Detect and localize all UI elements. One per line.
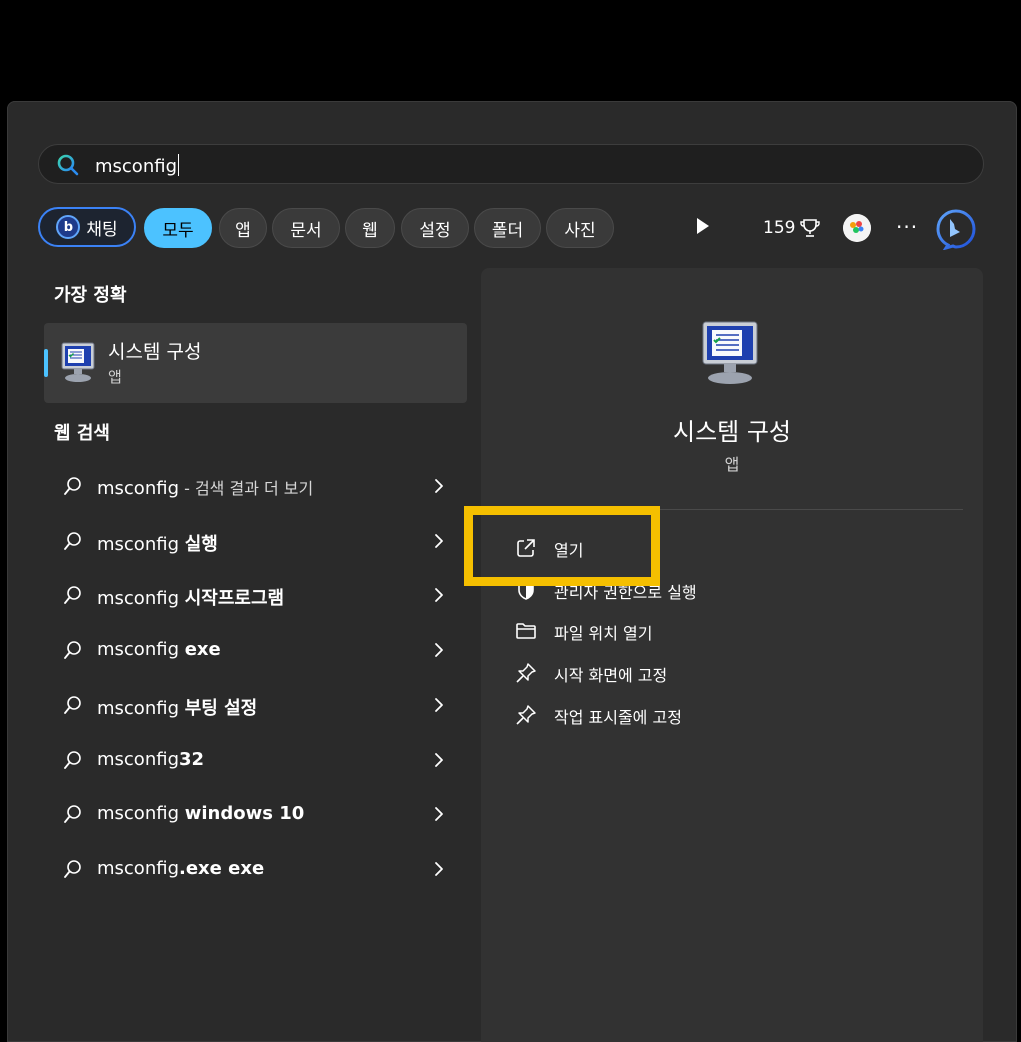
pin-to-taskbar-label: 작업 표시줄에 고정 (554, 708, 682, 727)
chevron-right-icon[interactable] (432, 804, 446, 824)
suggestion-text: msconfig 시작프로그램 (97, 584, 284, 610)
web-search-suggestion[interactable]: msconfig exe (44, 625, 467, 675)
suggestion-query: msconfig (97, 588, 185, 609)
suggestion-bold-text: .exe exe (179, 858, 265, 879)
suggestion-text: msconfig32 (97, 749, 204, 770)
chevron-right-icon[interactable] (432, 750, 446, 770)
chevron-right-icon[interactable] (432, 531, 446, 551)
suggestion-query: msconfig (97, 478, 179, 499)
web-search-suggestion[interactable]: msconfig windows 10 (44, 789, 467, 839)
bing-chat-icon: b (56, 215, 81, 239)
web-search-suggestion[interactable]: msconfig32 (44, 735, 467, 785)
tab-all[interactable]: 모두 (144, 208, 212, 248)
trophy-icon[interactable] (800, 218, 820, 238)
search-icon (64, 586, 81, 604)
suggestion-bold-text: 32 (179, 749, 205, 770)
suggestion-text: msconfig windows 10 (97, 803, 304, 824)
tab-photos[interactable]: 사진 (546, 208, 614, 248)
result-detail-pane: 시스템 구성 앱 열기 관리자 권한으로 실행 파일 위치 열기 시작 화면에 … (481, 268, 983, 1042)
search-icon (64, 696, 81, 714)
tab-documents[interactable]: 문서 (272, 208, 340, 248)
tab-folders[interactable]: 폴더 (474, 208, 541, 248)
play-icon[interactable] (697, 218, 709, 234)
pin-to-taskbar-action[interactable]: 작업 표시줄에 고정 (511, 698, 951, 732)
suggestion-text: msconfig exe (97, 639, 221, 660)
suggestion-query: msconfig (97, 639, 185, 660)
chevron-right-icon[interactable] (432, 476, 446, 496)
suggestion-hint: - 검색 결과 더 보기 (179, 479, 314, 498)
best-match-title: 시스템 구성 (108, 341, 202, 363)
selection-indicator (44, 349, 48, 377)
system-configuration-app-icon (61, 342, 95, 382)
pin-icon (516, 705, 536, 725)
chevron-right-icon[interactable] (432, 640, 446, 660)
suggestion-bold-text: 실행 (184, 534, 218, 555)
web-search-suggestion[interactable]: msconfig 시작프로그램 (44, 570, 467, 620)
chevron-right-icon[interactable] (432, 585, 446, 605)
search-icon (64, 805, 81, 823)
bing-logo-icon[interactable] (935, 208, 977, 250)
tab-web[interactable]: 웹 (345, 208, 395, 248)
suggestion-text: msconfig 실행 (97, 530, 218, 556)
tab-chat[interactable]: b 채팅 (38, 207, 136, 247)
avatar-image-icon (843, 214, 871, 242)
suggestion-query: msconfig (97, 698, 185, 719)
pin-to-start-label: 시작 화면에 고정 (554, 666, 668, 685)
web-search-suggestion[interactable]: msconfig - 검색 결과 더 보기 (44, 461, 467, 511)
web-search-suggestion[interactable]: msconfig 부팅 설정 (44, 680, 467, 730)
web-search-suggestion[interactable]: msconfig.exe exe (44, 844, 467, 894)
highlight-annotation-box (464, 506, 660, 586)
search-input[interactable]: msconfig (95, 154, 179, 177)
suggestion-query: msconfig (97, 858, 179, 879)
chevron-right-icon[interactable] (432, 859, 446, 879)
avatar[interactable] (843, 214, 871, 242)
suggestion-query: msconfig (97, 803, 185, 824)
open-file-location-label: 파일 위치 열기 (554, 624, 653, 643)
suggestion-query: msconfig (97, 534, 185, 555)
system-configuration-large-icon (702, 321, 758, 384)
tab-apps[interactable]: 앱 (219, 208, 267, 248)
best-match-subtitle: 앱 (108, 368, 122, 386)
best-match-result[interactable]: 시스템 구성 앱 (44, 323, 467, 403)
tab-settings[interactable]: 설정 (401, 208, 469, 248)
search-icon (57, 154, 79, 176)
best-match-heading: 가장 정확 (54, 285, 127, 306)
search-icon (64, 477, 81, 495)
suggestion-bold-text: exe (184, 639, 221, 660)
search-icon (64, 751, 81, 769)
open-file-location-action[interactable]: 파일 위치 열기 (511, 614, 951, 648)
pin-icon (516, 663, 536, 683)
web-search-suggestion[interactable]: msconfig 실행 (44, 516, 467, 566)
web-search-heading: 웹 검색 (54, 423, 110, 444)
suggestion-bold-text: windows 10 (184, 803, 305, 824)
more-options-icon[interactable]: ··· (896, 215, 918, 239)
detail-title: 시스템 구성 (672, 418, 792, 446)
search-icon (64, 641, 81, 659)
search-icon (64, 860, 81, 878)
suggestion-text: msconfig.exe exe (97, 858, 264, 879)
search-icon (64, 532, 81, 550)
detail-subtitle: 앱 (724, 455, 740, 474)
pin-to-start-action[interactable]: 시작 화면에 고정 (511, 656, 951, 690)
suggestion-bold-text: 시작프로그램 (184, 588, 285, 609)
tab-chat-label: 채팅 (86, 219, 118, 240)
chevron-right-icon[interactable] (432, 695, 446, 715)
suggestion-text: msconfig 부팅 설정 (97, 694, 257, 720)
suggestion-bold-text: 부팅 설정 (184, 698, 258, 719)
folder-icon (516, 623, 536, 639)
rewards-points[interactable]: 159 (763, 218, 795, 238)
suggestion-text: msconfig - 검색 결과 더 보기 (97, 475, 313, 499)
suggestion-query: msconfig (97, 749, 179, 770)
search-box[interactable]: msconfig (38, 144, 984, 184)
